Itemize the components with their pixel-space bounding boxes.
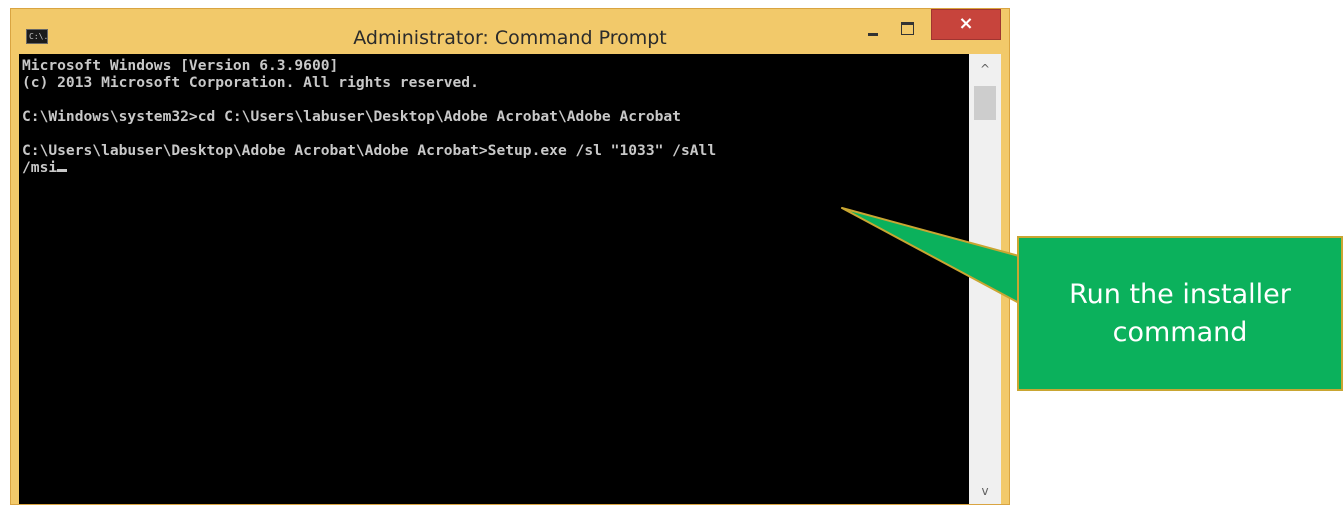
console-output[interactable]: Microsoft Windows [Version 6.3.9600] (c)… bbox=[19, 54, 969, 504]
minimize-icon bbox=[868, 33, 878, 36]
console-line-current: /msi bbox=[22, 159, 969, 176]
scroll-thumb[interactable] bbox=[974, 86, 996, 120]
console-line: C:\Users\labuser\Desktop\Adobe Acrobat\A… bbox=[22, 142, 717, 159]
scroll-up-icon[interactable]: ^ bbox=[969, 58, 1001, 80]
close-icon: × bbox=[958, 13, 974, 34]
callout-text: Run the installer command bbox=[1069, 278, 1291, 348]
console-current-input: /msi bbox=[22, 159, 58, 176]
title-bar[interactable]: C:\. Administrator: Command Prompt bbox=[11, 9, 1009, 53]
maximize-icon bbox=[901, 22, 914, 35]
annotation-callout: Run the installer command bbox=[1017, 236, 1343, 391]
close-button[interactable]: × bbox=[931, 9, 1001, 40]
vertical-scrollbar[interactable]: ^ v bbox=[969, 54, 1001, 504]
text-cursor bbox=[57, 169, 68, 172]
maximize-button[interactable] bbox=[894, 17, 922, 39]
console-line: Microsoft Windows [Version 6.3.9600] bbox=[22, 57, 339, 74]
minimize-button[interactable] bbox=[859, 17, 887, 39]
console-line: (c) 2013 Microsoft Corporation. All righ… bbox=[22, 74, 479, 91]
console-line: C:\Windows\system32>cd C:\Users\labuser\… bbox=[22, 108, 681, 125]
command-prompt-window: C:\. Administrator: Command Prompt × Mic… bbox=[10, 8, 1010, 505]
scroll-down-icon[interactable]: v bbox=[969, 480, 1001, 502]
